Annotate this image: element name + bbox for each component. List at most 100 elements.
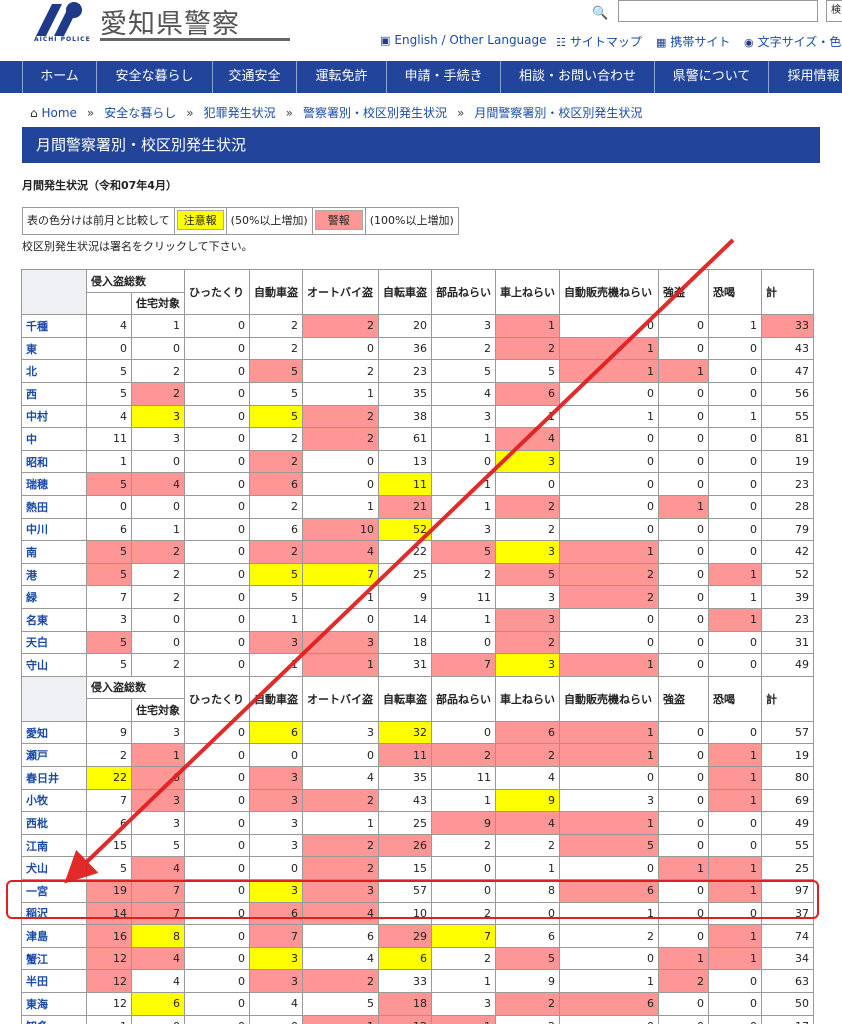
table-cell: 5: [86, 562, 132, 587]
table-cell: 1: [431, 1014, 496, 1024]
station-link[interactable]: 中: [21, 427, 87, 451]
table-cell: 2: [249, 336, 303, 361]
table-row: 瑞穂 5 4 0 6 0 11 1 0 0 0 0 23: [21, 472, 814, 496]
table-row: 中村 4 3 0 5 2 38 3 1 1 0 1 55: [21, 404, 814, 429]
nav-traffic-safety[interactable]: 交通安全: [212, 61, 296, 93]
table-cell: 0: [708, 359, 762, 383]
breadcrumb-crime-status[interactable]: 犯罪発生状況: [204, 106, 276, 120]
table-cell: 0: [708, 833, 762, 858]
table-cell: 3: [302, 720, 379, 745]
table-cell: 0: [708, 901, 762, 926]
table-cell: 4: [249, 992, 303, 1016]
station-link[interactable]: 犬山: [21, 856, 87, 881]
table-cell: 9: [431, 811, 496, 835]
table-row: 中川 6 1 0 6 10 52 3 2 0 0 0 79: [21, 517, 814, 542]
station-link[interactable]: 西: [21, 381, 87, 406]
table-row: 港 5 2 0 5 7 25 2 5 2 0 1 52: [21, 562, 814, 587]
breadcrumb-home[interactable]: Home: [41, 106, 76, 120]
station-link[interactable]: 熱田: [21, 494, 87, 519]
table-cell: 8: [131, 924, 185, 948]
util-fontsize-link[interactable]: ◉ 文字サイズ・色: [744, 33, 841, 50]
station-link[interactable]: 西枇: [21, 811, 87, 835]
table-cell: 1: [559, 336, 659, 361]
station-link[interactable]: 昭和: [21, 449, 87, 474]
table-cell: 43: [378, 788, 432, 813]
table-cell: 31: [378, 653, 432, 677]
station-link[interactable]: 中村: [21, 404, 87, 429]
station-link[interactable]: 蟹江: [21, 946, 87, 971]
table-cell: 2: [131, 585, 185, 609]
station-link[interactable]: 北: [21, 359, 87, 383]
main-nav: ホーム 安全な暮らし 交通安全 運転免許 申請・手続き 相談・お問い合わせ 県警…: [0, 61, 842, 93]
table-cell: 0: [431, 720, 496, 745]
util-language-link[interactable]: ▣ English / Other Language: [380, 33, 547, 47]
header-col: 計: [761, 268, 814, 316]
util-sitemap-link[interactable]: ☷ サイトマップ: [556, 33, 642, 50]
station-link[interactable]: 春日井: [21, 766, 87, 790]
table-cell: 0: [559, 314, 659, 338]
station-link[interactable]: 千種: [21, 314, 87, 338]
nav-consult[interactable]: 相談・お問い合わせ: [500, 61, 654, 93]
table-cell: 18: [378, 630, 432, 655]
station-link[interactable]: 中川: [21, 517, 87, 542]
station-link[interactable]: 守山: [21, 653, 87, 677]
table-cell: 3: [131, 720, 185, 745]
table-cell: 1: [302, 494, 379, 519]
station-link[interactable]: 瀬戸: [21, 743, 87, 768]
table-cell: 0: [184, 856, 250, 881]
search-button[interactable]: 検: [826, 0, 842, 22]
station-link[interactable]: 稲沢: [21, 901, 87, 926]
table-cell: 0: [708, 653, 762, 677]
table-cell: 52: [378, 517, 432, 542]
table-cell: 0: [708, 449, 762, 474]
nav-home[interactable]: ホーム: [22, 61, 96, 93]
breadcrumb-current[interactable]: 月間警察署別・校区別発生状況: [474, 106, 642, 120]
station-link[interactable]: 愛知: [21, 720, 87, 745]
util-mobile-link[interactable]: ▦ 携帯サイト: [656, 33, 730, 50]
station-link[interactable]: 名東: [21, 607, 87, 632]
station-link[interactable]: 半田: [21, 969, 87, 993]
station-link[interactable]: 東: [21, 336, 87, 361]
table-cell: 5: [86, 381, 132, 406]
table-cell: 0: [184, 743, 250, 768]
nav-about[interactable]: 県警について: [654, 61, 768, 93]
table-cell: 1: [431, 494, 496, 519]
table-cell: 55: [761, 404, 814, 429]
nav-license[interactable]: 運転免許: [296, 61, 386, 93]
breadcrumb-safe-living[interactable]: 安全な暮らし: [104, 106, 176, 120]
station-link[interactable]: 江南: [21, 833, 87, 858]
table-cell: 11: [431, 585, 496, 609]
station-link[interactable]: 南: [21, 540, 87, 564]
table-cell: 2: [249, 540, 303, 564]
header-col: 部品ねらい: [431, 675, 496, 722]
table-cell: 1: [431, 607, 496, 632]
table-cell: 63: [761, 969, 814, 993]
table-cell: 36: [378, 336, 432, 361]
nav-procedures[interactable]: 申請・手続き: [386, 61, 500, 93]
table-cell: 0: [184, 359, 250, 383]
search-input[interactable]: [618, 0, 818, 22]
police-logo-icon[interactable]: [32, 0, 88, 38]
table-cell: 0: [708, 336, 762, 361]
station-link[interactable]: 小牧: [21, 788, 87, 813]
logo-text[interactable]: 愛知県警察: [100, 2, 240, 41]
header-col: ひったくり: [184, 268, 250, 316]
table-cell: 35: [378, 766, 432, 790]
station-link[interactable]: 東海: [21, 992, 87, 1016]
station-link[interactable]: 瑞穂: [21, 472, 87, 496]
table-cell: 3: [495, 540, 560, 564]
breadcrumb-station-status[interactable]: 警察署別・校区別発生状況: [303, 106, 447, 120]
nav-recruit[interactable]: 採用情報: [768, 61, 842, 93]
station-link[interactable]: 津島: [21, 924, 87, 948]
station-link[interactable]: 天白: [21, 630, 87, 655]
table-cell: 0: [658, 585, 709, 609]
nav-safe-living[interactable]: 安全な暮らし: [96, 61, 212, 93]
table-cell: 2: [131, 540, 185, 564]
table-cell: 19: [761, 743, 814, 768]
station-link[interactable]: 知多: [21, 1014, 87, 1024]
table-cell: 1: [708, 607, 762, 632]
station-link[interactable]: 一宮: [21, 879, 87, 903]
station-link[interactable]: 緑: [21, 585, 87, 609]
table-cell: 0: [708, 540, 762, 564]
station-link[interactable]: 港: [21, 562, 87, 587]
